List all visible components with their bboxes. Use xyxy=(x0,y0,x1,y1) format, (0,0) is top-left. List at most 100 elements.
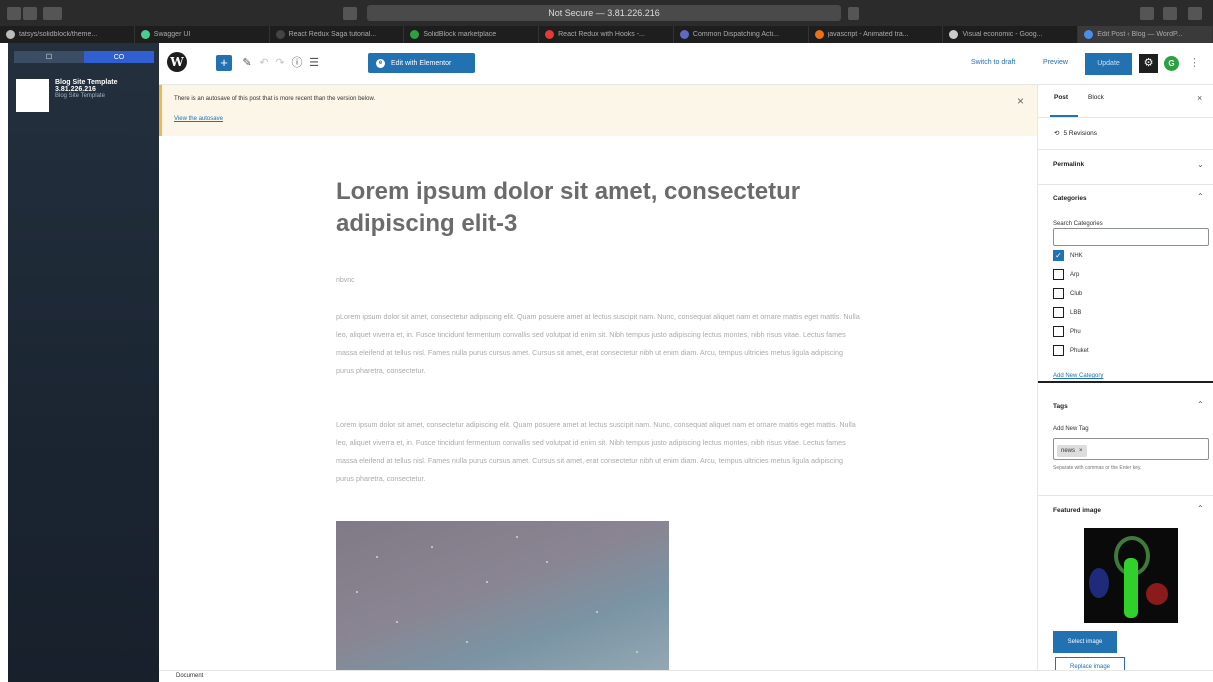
add-new-category-link[interactable]: Add New Category xyxy=(1053,373,1103,379)
browser-tab[interactable]: tatsys/solidblock/theme... xyxy=(0,26,135,43)
edit-with-elementor-button[interactable]: e Edit with Elementor xyxy=(368,53,475,73)
edit-pencil-icon[interactable]: ✎ xyxy=(240,55,254,71)
share-icon[interactable] xyxy=(1163,7,1177,20)
category-item[interactable]: Phuket xyxy=(1053,345,1089,356)
post-paragraph-short[interactable]: nbvnc xyxy=(336,277,355,284)
permalink-panel-toggle[interactable]: Permalink xyxy=(1053,161,1084,168)
category-item[interactable]: Phu xyxy=(1053,326,1081,337)
tag-chip[interactable]: news × xyxy=(1057,445,1087,457)
browser-tab[interactable]: Swagger UI xyxy=(135,26,270,43)
add-block-button[interactable]: + xyxy=(216,55,232,71)
post-paragraph[interactable]: Lorem ipsum dolor sit amet, consectetur … xyxy=(336,416,861,488)
left-sidebar: ☐ CO Blog Site Template 3.81.226.216 Blo… xyxy=(8,43,159,682)
categories-panel-toggle[interactable]: Categories xyxy=(1053,195,1087,202)
image-star xyxy=(466,641,468,643)
post-image[interactable] xyxy=(336,521,669,670)
site-list-item[interactable]: Blog Site Template 3.81.226.216 Blog Sit… xyxy=(16,79,156,112)
tab-post[interactable]: Post xyxy=(1054,94,1068,101)
new-tab-icon[interactable] xyxy=(1188,7,1202,20)
browser-tab[interactable]: React Redux with Hooks -... xyxy=(539,26,674,43)
plugin-icon[interactable]: G xyxy=(1164,56,1179,71)
tab-block[interactable]: Block xyxy=(1088,94,1104,101)
site-address: 3.81.226.216 xyxy=(55,86,96,93)
favicon-icon xyxy=(275,30,285,39)
category-checkbox[interactable] xyxy=(1053,345,1064,356)
image-blob xyxy=(1146,583,1168,605)
view-autosave-link[interactable]: View the autosave xyxy=(174,116,223,122)
close-icon[interactable]: × xyxy=(1017,94,1024,108)
tab-pages[interactable]: ☐ xyxy=(14,51,84,63)
info-icon[interactable]: ⓘ xyxy=(290,55,304,71)
history-icon: ⟲ xyxy=(1054,130,1060,137)
divider xyxy=(1038,184,1213,185)
featured-image-panel-toggle[interactable]: Featured image xyxy=(1053,507,1101,514)
shield-icon[interactable] xyxy=(343,7,357,20)
category-checkbox[interactable] xyxy=(1053,326,1064,337)
tags-panel-toggle[interactable]: Tags xyxy=(1053,403,1068,410)
divider xyxy=(1038,149,1213,150)
replace-image-button[interactable]: Replace image xyxy=(1055,657,1125,670)
gear-icon[interactable]: ⚙ xyxy=(1139,54,1158,73)
site-info: Blog Site Template 3.81.226.216 Blog Sit… xyxy=(55,79,118,112)
settings-sidebar: Post Block × ⟲ 5 Revisions Permalink ⌄ C… xyxy=(1037,85,1213,670)
forward-button[interactable] xyxy=(23,7,37,20)
category-item[interactable]: LBB xyxy=(1053,307,1081,318)
category-label: LBB xyxy=(1070,309,1082,316)
url-bar[interactable]: Not Secure — 3.81.226.216 xyxy=(367,5,841,21)
category-item[interactable]: ✓ NHK xyxy=(1053,250,1083,261)
featured-image-preview[interactable] xyxy=(1084,528,1178,623)
category-label: Phu xyxy=(1070,328,1081,335)
search-categories-input[interactable] xyxy=(1053,228,1209,246)
browser-tab[interactable]: React Redux Saga tutorial... xyxy=(270,26,405,43)
more-options-icon[interactable]: ⋮ xyxy=(1189,55,1200,71)
wordpress-logo-icon[interactable]: W xyxy=(167,52,187,72)
switch-to-draft-link[interactable]: Switch to draft xyxy=(971,59,1015,66)
list-view-icon[interactable]: ☰ xyxy=(307,55,321,71)
image-star xyxy=(356,591,358,593)
back-button[interactable] xyxy=(7,7,21,20)
undo-icon[interactable]: ↶ xyxy=(257,55,271,71)
site-meta: Blog Site Template xyxy=(55,93,105,99)
chevron-up-icon[interactable]: ⌃ xyxy=(1197,504,1204,513)
update-button[interactable]: Update xyxy=(1085,53,1132,75)
category-item[interactable]: Club xyxy=(1053,288,1082,299)
chevron-up-icon[interactable]: ⌃ xyxy=(1197,400,1204,409)
redo-icon[interactable]: ↷ xyxy=(273,55,287,71)
image-star xyxy=(376,556,378,558)
chevron-down-icon[interactable]: ⌄ xyxy=(1197,160,1204,169)
image-star xyxy=(486,581,488,583)
site-title: Blog Site Template xyxy=(55,79,118,86)
reload-icon[interactable] xyxy=(848,7,859,20)
category-checkbox[interactable]: ✓ xyxy=(1053,250,1064,261)
preview-link[interactable]: Preview xyxy=(1043,59,1068,66)
search-categories-label: Search Categories xyxy=(1053,221,1103,227)
post-paragraph[interactable]: pLorem ipsum dolor sit amet, consectetur… xyxy=(336,308,861,380)
browser-tab[interactable]: javascript - Animated tra... xyxy=(809,26,944,43)
browser-tab[interactable]: Edit Post ‹ Blog — WordP... xyxy=(1078,26,1213,43)
favicon-icon xyxy=(6,30,15,39)
close-sidebar-icon[interactable]: × xyxy=(1197,93,1202,103)
post-title[interactable]: Lorem ipsum dolor sit amet, consectetur … xyxy=(336,176,856,240)
editor-toolbar: W + ✎ ↶ ↷ ⓘ ☰ e Edit with Elementor Swit… xyxy=(159,43,1213,85)
tab-reading-list[interactable]: CO xyxy=(84,51,154,63)
browser-tab[interactable]: Common Dispatching Acti... xyxy=(674,26,809,43)
category-label: Arp xyxy=(1070,271,1080,278)
tag-chip-label: news xyxy=(1061,448,1076,454)
extension-icon[interactable] xyxy=(1140,7,1154,20)
category-checkbox[interactable] xyxy=(1053,269,1064,280)
editor-canvas: Lorem ipsum dolor sit amet, consectetur … xyxy=(159,136,1037,670)
select-image-button[interactable]: Select image xyxy=(1053,631,1117,653)
category-checkbox[interactable] xyxy=(1053,307,1064,318)
browser-tab[interactable]: SolidBlock marketplace xyxy=(404,26,540,43)
category-item[interactable]: Arp xyxy=(1053,269,1079,280)
browser-titlebar: Not Secure — 3.81.226.216 xyxy=(0,0,1213,26)
category-checkbox[interactable] xyxy=(1053,288,1064,299)
browser-tab-label: Common Dispatching Acti... xyxy=(692,31,779,38)
breadcrumb[interactable]: Document xyxy=(176,673,203,679)
chevron-up-icon[interactable]: ⌃ xyxy=(1197,192,1204,201)
sidebar-toggle-button[interactable] xyxy=(43,7,62,20)
browser-tab[interactable]: Visual economic - Goog... xyxy=(943,26,1079,43)
active-tab-indicator xyxy=(1050,115,1078,117)
remove-tag-icon[interactable]: × xyxy=(1079,448,1083,454)
revisions-link[interactable]: ⟲ 5 Revisions xyxy=(1054,129,1097,138)
